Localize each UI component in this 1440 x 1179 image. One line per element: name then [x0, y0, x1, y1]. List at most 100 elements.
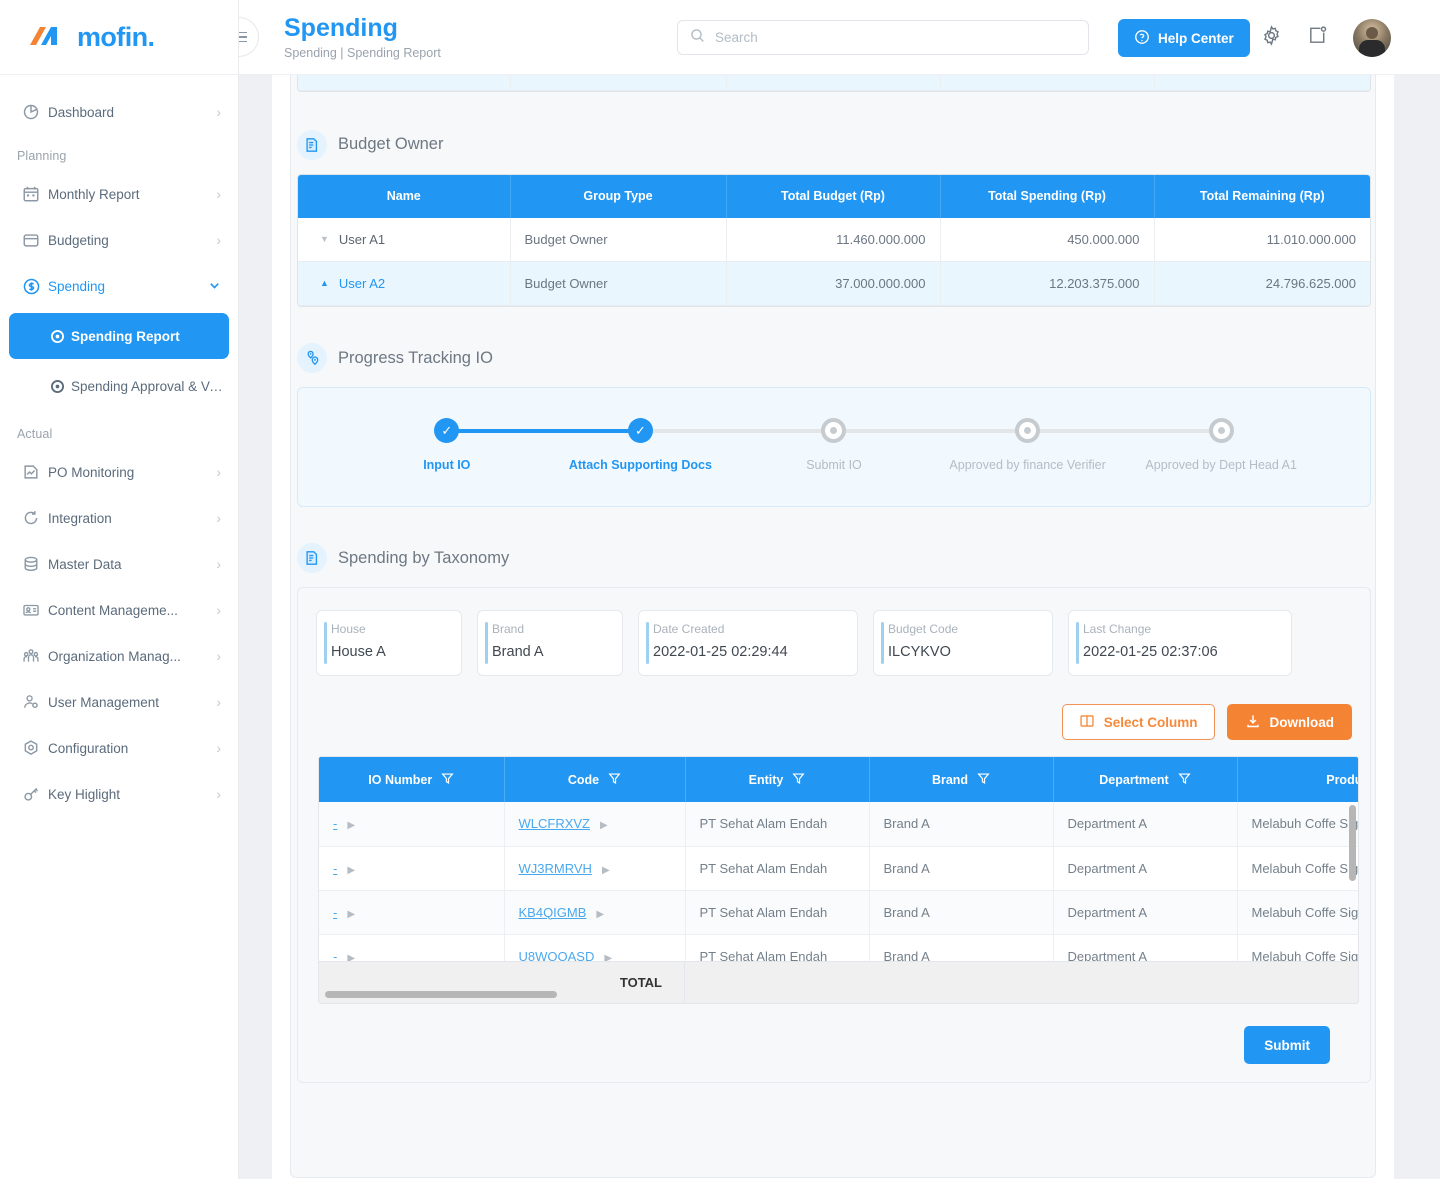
cell-code[interactable]: WLCFRXVZ ▶ [504, 802, 686, 847]
sidebar-item-master-data[interactable]: Master Data › [0, 541, 238, 587]
search-input[interactable] [715, 30, 1076, 45]
progress-step-input-io[interactable]: ✓ Input IO [350, 418, 641, 472]
caret-down-icon[interactable]: ▼ [320, 234, 329, 244]
code-link[interactable]: WJ3RMRVH [519, 861, 592, 876]
cell-code[interactable]: WJ3RMRVH ▶ [504, 846, 686, 891]
table-row[interactable]: ▼ User A1 Budget Owner 11.460.000.000 450… [298, 217, 1370, 262]
column-header-total-budget[interactable]: Total Budget (Rp) [726, 174, 941, 218]
cell-name[interactable]: ▲Department A [298, 75, 511, 91]
step-label: Input IO [423, 458, 471, 472]
user-gear-icon [22, 693, 48, 711]
io-number-link[interactable]: - [333, 816, 337, 831]
table-row[interactable]: - ▶ WJ3RMRVH ▶ PT Sehat Alam Endah Brand A… [319, 846, 1358, 891]
spending-data-grid: IO Number Code Entity Brand Department P… [318, 756, 1359, 1004]
cell-io-number[interactable]: -▶ [319, 890, 505, 935]
table-row[interactable]: - ▶ WLCFRXVZ ▶ PT Sehat Alam Endah Brand A… [319, 802, 1358, 847]
chip-label: Date Created [653, 622, 725, 636]
progress-step-finance-verifier[interactable]: Approved by finance Verifier [931, 418, 1222, 472]
sidebar-item-spending-approval[interactable]: Spending Approval & Veri... [9, 363, 229, 409]
sidebar-item-budgeting[interactable]: Budgeting › [0, 217, 238, 263]
notifications-button[interactable] [1304, 25, 1330, 51]
io-number-link[interactable]: - [333, 861, 337, 876]
progress-step-attach-docs[interactable]: ✓ Attach Supporting Docs [544, 418, 834, 472]
code-link[interactable]: KB4QIGMB [519, 905, 587, 920]
download-button[interactable]: Download [1226, 704, 1352, 740]
expand-triangle-icon[interactable]: ▶ [596, 909, 604, 920]
filter-icon[interactable] [977, 772, 990, 788]
select-column-button[interactable]: Select Column [1061, 704, 1215, 740]
search-box[interactable] [677, 20, 1089, 55]
filter-icon[interactable] [441, 772, 454, 788]
progress-section-header: Progress Tracking IO [297, 343, 1375, 373]
filter-icon[interactable] [608, 772, 621, 788]
sidebar-item-user-management[interactable]: User Management › [0, 679, 238, 725]
progress-step-submit-io[interactable]: Submit IO [737, 418, 1028, 472]
table-row[interactable]: - ▶ KB4QIGMB ▶ PT Sehat Alam Endah Brand A… [319, 890, 1358, 935]
column-header-brand[interactable]: Brand [869, 757, 1054, 802]
cell-code[interactable]: KB4QIGMB ▶ [504, 890, 686, 935]
column-header-io-number[interactable]: IO Number [319, 757, 505, 802]
cell-total-budget: 48.460.000.0000 [726, 75, 941, 91]
column-header-product-hierachy[interactable]: Product Hierachy [1237, 757, 1358, 802]
document-chart-icon [22, 463, 48, 481]
submit-button[interactable]: Submit [1244, 1026, 1330, 1064]
help-center-button[interactable]: Help Center [1118, 19, 1250, 57]
expand-triangle-icon[interactable]: ▶ [347, 820, 355, 831]
column-header-total-remaining[interactable]: Total Remaining (Rp) [1154, 174, 1370, 218]
sidebar-item-configuration[interactable]: Configuration › [0, 725, 238, 771]
sidebar-item-spending-report[interactable]: Spending Report [9, 313, 229, 359]
avatar[interactable] [1353, 19, 1391, 57]
table-row[interactable]: ▲Department A Department 48.460.000.0000… [298, 75, 1370, 91]
cell-department: Department A [1053, 846, 1238, 891]
column-header-name[interactable]: Name [298, 174, 511, 218]
progress-connector [1027, 429, 1222, 433]
sidebar-item-integration[interactable]: Integration › [0, 495, 238, 541]
sidebar-item-content-management[interactable]: Content Manageme... › [0, 587, 238, 633]
filter-icon[interactable] [792, 772, 805, 788]
cell-group-type: Department [510, 75, 727, 91]
expand-triangle-icon[interactable]: ▶ [602, 865, 610, 876]
sidebar-item-dashboard[interactable]: Dashboard › [0, 89, 238, 135]
caret-up-icon[interactable]: ▲ [320, 278, 329, 288]
progress-step-dept-head[interactable]: Approved by Dept Head A1 [1124, 418, 1318, 472]
sidebar-item-label: PO Monitoring [48, 464, 135, 480]
record-dot-icon [51, 379, 71, 393]
report-document-icon [297, 543, 327, 573]
table-header-row: Name Group Type Total Budget (Rp) Total … [298, 174, 1370, 218]
progress-steps: ✓ Input IO ✓ Attach Supporting Docs Subm… [350, 418, 1318, 472]
settings-button[interactable] [1258, 25, 1284, 51]
sidebar-subitem-label: Spending Approval & Veri... [71, 378, 229, 394]
sidebar-item-key-higlight[interactable]: Key Higlight › [0, 771, 238, 817]
section-title: Spending by Taxonomy [338, 548, 510, 567]
code-link[interactable]: WLCFRXVZ [519, 816, 591, 831]
cell-department: Department A [1053, 890, 1238, 935]
help-center-label: Help Center [1158, 30, 1234, 46]
sidebar-item-organization-management[interactable]: Organization Manag... › [0, 633, 238, 679]
sidebar-item-monthly-report[interactable]: Monthly Report › [0, 171, 238, 217]
expand-triangle-icon[interactable]: ▶ [347, 909, 355, 920]
column-header-code[interactable]: Code [504, 757, 686, 802]
chip-budget-code: Budget Code ILCYKVO [873, 610, 1053, 676]
column-header-entity[interactable]: Entity [685, 757, 870, 802]
expand-triangle-icon[interactable]: ▶ [347, 865, 355, 876]
column-header-department[interactable]: Department [1053, 757, 1238, 802]
filter-icon[interactable] [1178, 772, 1191, 788]
horizontal-scrollbar[interactable] [325, 991, 557, 998]
vertical-scrollbar[interactable] [1349, 805, 1356, 881]
chip-label: Brand [492, 622, 525, 636]
cell-io-number[interactable]: -▶ [319, 846, 505, 891]
column-header-group-type[interactable]: Group Type [510, 174, 727, 218]
search-icon [690, 28, 705, 48]
sidebar-group-planning: Planning [17, 149, 67, 163]
sidebar-item-spending[interactable]: Spending [0, 263, 238, 309]
table-row[interactable]: ▲ User A2 Budget Owner 37.000.000.000 12.… [298, 261, 1370, 306]
chip-label: House [331, 622, 366, 636]
brand-logo[interactable]: mofin. [0, 0, 238, 75]
cell-name[interactable]: ▼ User A1 [298, 217, 511, 262]
sidebar-item-po-monitoring[interactable]: PO Monitoring › [0, 449, 238, 495]
io-number-link[interactable]: - [333, 905, 337, 920]
expand-triangle-icon[interactable]: ▶ [600, 820, 608, 831]
cell-name[interactable]: ▲ User A2 [298, 261, 511, 306]
cell-io-number[interactable]: -▶ [319, 802, 505, 847]
column-header-total-spending[interactable]: Total Spending (Rp) [940, 174, 1155, 218]
